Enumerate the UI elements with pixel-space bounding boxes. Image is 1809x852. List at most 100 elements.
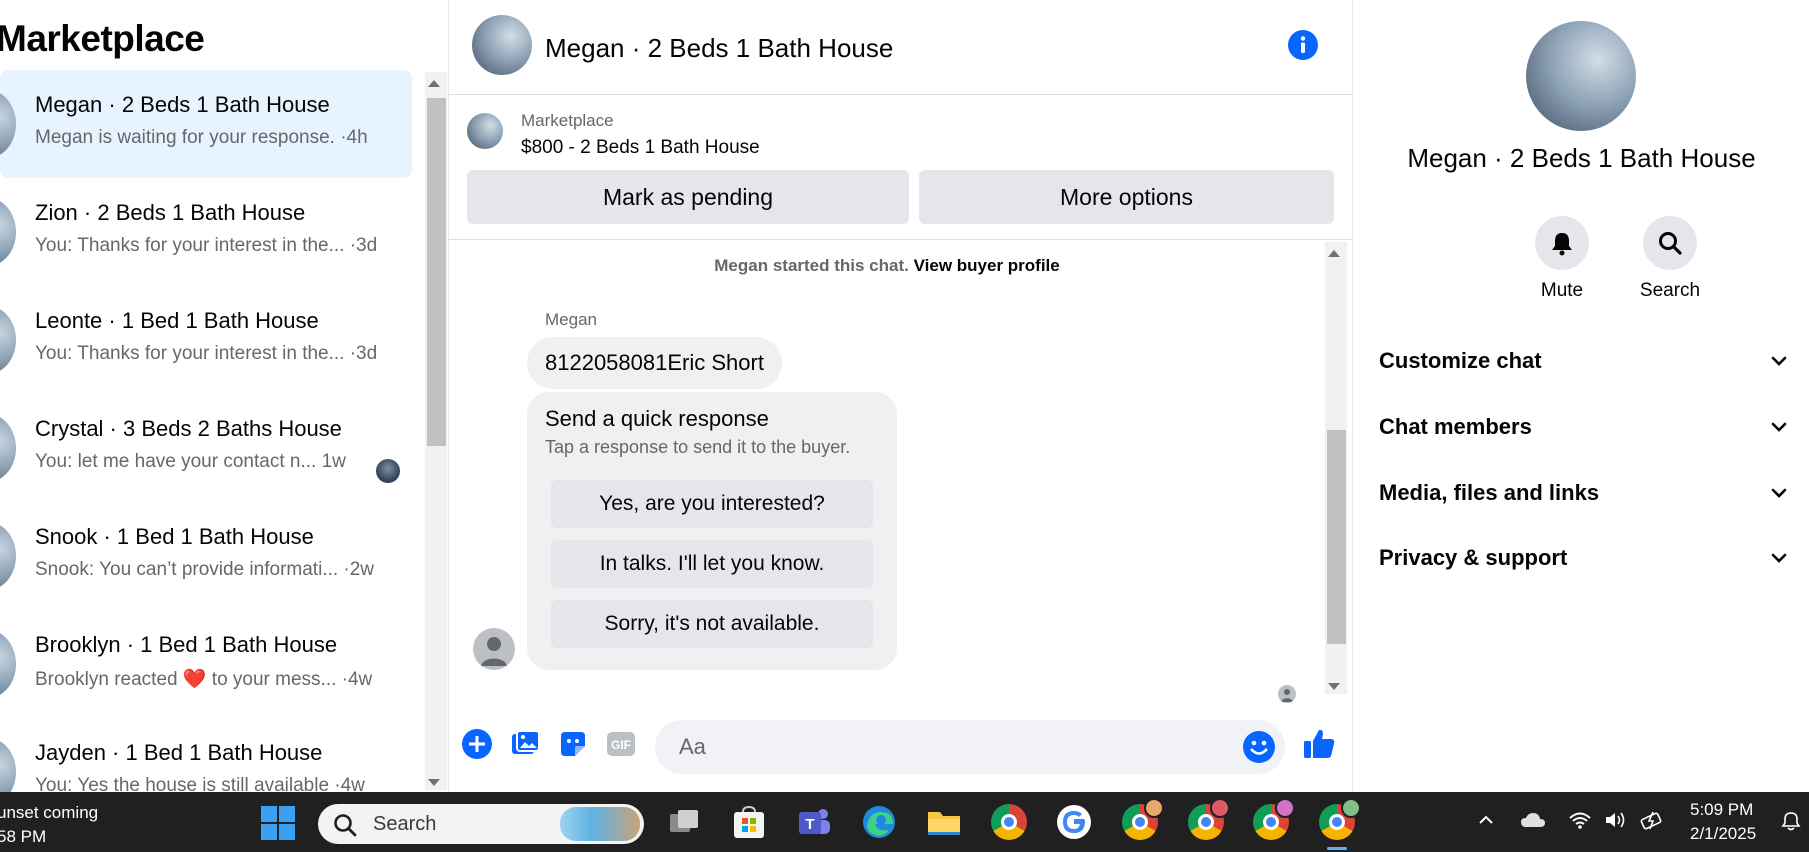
message-composer: GIF Aa bbox=[449, 698, 1352, 792]
conversation-item[interactable]: Leonte · 1 Bed 1 Bath House You: Thanks … bbox=[0, 286, 412, 394]
edge-icon[interactable] bbox=[859, 802, 899, 842]
avatar bbox=[0, 630, 16, 698]
quick-response-option[interactable]: Yes, are you interested? bbox=[551, 480, 873, 528]
svg-text:GIF: GIF bbox=[611, 738, 631, 752]
search-highlight-image bbox=[560, 807, 640, 841]
task-view-icon[interactable] bbox=[664, 802, 704, 842]
sender-name: Megan bbox=[545, 310, 597, 329]
chrome-profile-icon[interactable] bbox=[1317, 798, 1361, 850]
scroll-up-arrow-icon[interactable] bbox=[428, 80, 440, 87]
quick-response-option[interactable]: Sorry, it's not available. bbox=[551, 600, 873, 648]
conversation-item[interactable]: Crystal · 3 Beds 2 Baths House You: let … bbox=[0, 394, 412, 502]
details-panel: Megan · 2 Beds 1 Bath House Mute Search … bbox=[1352, 0, 1809, 792]
conversation-item[interactable]: Zion · 2 Beds 1 Bath House You: Thanks f… bbox=[0, 178, 412, 286]
battery-charging-icon[interactable] bbox=[1640, 810, 1666, 835]
conversation-item[interactable]: Snook · 1 Bed 1 Bath House Snook: You ca… bbox=[0, 502, 412, 610]
chrome-profile-icon[interactable] bbox=[1120, 798, 1164, 842]
messenger-window: Marketplace Megan · 2 Beds 1 Bath House … bbox=[0, 0, 1809, 792]
quick-response-card: Send a quick response Tap a response to … bbox=[527, 392, 897, 670]
profile-avatar[interactable] bbox=[1526, 21, 1636, 131]
profile-name: Megan · 2 Beds 1 Bath House bbox=[1407, 143, 1756, 173]
info-icon[interactable] bbox=[1288, 30, 1318, 60]
file-explorer-icon[interactable] bbox=[924, 802, 964, 842]
onedrive-cloud-icon[interactable] bbox=[1520, 810, 1546, 835]
search-icon bbox=[332, 812, 358, 843]
taskbar-search-placeholder: Search bbox=[373, 813, 437, 835]
listing-source: Marketplace bbox=[521, 111, 614, 130]
conversation-name: Megan · 2 Beds 1 Bath House bbox=[35, 92, 330, 117]
conversation-list: Megan · 2 Beds 1 Bath House Megan is wai… bbox=[0, 70, 420, 792]
avatar bbox=[0, 306, 16, 374]
read-receipt-avatar bbox=[376, 459, 400, 483]
conversation-item[interactable]: Megan · 2 Beds 1 Bath House Megan is wai… bbox=[0, 70, 412, 178]
privacy-support-section[interactable]: Privacy & support bbox=[1379, 538, 1789, 578]
conversation-snippet: You: Thanks for your interest in the... … bbox=[35, 343, 378, 364]
windows-start-icon[interactable] bbox=[261, 806, 295, 840]
clock-date[interactable]: 2/1/2025 bbox=[1690, 824, 1756, 844]
thread-scrollbar[interactable] bbox=[1325, 242, 1347, 694]
weather-widget-title[interactable]: unset coming bbox=[0, 803, 98, 823]
scrollbar-thumb[interactable] bbox=[427, 98, 446, 446]
chat-start-notice: Megan started this chat. View buyer prof… bbox=[449, 256, 1325, 276]
chrome-icon[interactable] bbox=[989, 802, 1029, 842]
gif-icon[interactable]: GIF bbox=[605, 728, 637, 765]
quick-response-title: Send a quick response bbox=[545, 406, 769, 431]
listing-title[interactable]: $800 - 2 Beds 1 Bath House bbox=[521, 137, 760, 159]
conversation-item[interactable]: Brooklyn · 1 Bed 1 Bath House Brooklyn r… bbox=[0, 610, 412, 718]
conversation-snippet: You: Thanks for your interest in the... … bbox=[35, 235, 378, 256]
search-icon[interactable] bbox=[1643, 216, 1697, 270]
scrollbar-thumb[interactable] bbox=[1327, 430, 1346, 644]
scroll-down-arrow-icon[interactable] bbox=[428, 779, 440, 786]
svg-text:T: T bbox=[805, 816, 814, 833]
chrome-profile-icon[interactable] bbox=[1186, 798, 1230, 842]
conversation-name: Zion · 2 Beds 1 Bath House bbox=[35, 200, 306, 225]
avatar bbox=[0, 198, 16, 266]
scroll-up-arrow-icon[interactable] bbox=[1328, 250, 1340, 257]
weather-widget-subtitle[interactable]: 58 PM bbox=[0, 827, 46, 847]
show-hidden-icons-chevron-icon[interactable] bbox=[1476, 810, 1496, 835]
notification-bell-icon[interactable] bbox=[1780, 810, 1802, 837]
search-conversation-button[interactable]: Search bbox=[1630, 216, 1710, 302]
scroll-down-arrow-icon[interactable] bbox=[1328, 683, 1340, 690]
taskbar-search-box[interactable]: Search bbox=[318, 804, 644, 844]
avatar bbox=[0, 90, 16, 158]
avatar[interactable] bbox=[472, 15, 532, 75]
avatar bbox=[0, 414, 16, 482]
teams-icon[interactable]: T bbox=[794, 802, 834, 842]
chat-panel: Megan · 2 Beds 1 Bath House Marketplace … bbox=[449, 0, 1352, 792]
wifi-icon[interactable] bbox=[1568, 810, 1592, 835]
sidebar-title: Marketplace bbox=[0, 18, 205, 59]
message-bubble[interactable]: 8122058081Eric Short bbox=[527, 337, 782, 389]
chat-members-section[interactable]: Chat members bbox=[1379, 407, 1789, 447]
volume-icon[interactable] bbox=[1604, 810, 1628, 835]
clock-time[interactable]: 5:09 PM bbox=[1690, 800, 1753, 820]
chat-title[interactable]: Megan · 2 Beds 1 Bath House bbox=[545, 33, 893, 64]
conversation-snippet: Brooklyn reacted ❤️ to your mess... ·4w bbox=[35, 669, 373, 690]
more-options-button[interactable]: More options bbox=[919, 170, 1334, 224]
chrome-profile-icon[interactable] bbox=[1251, 798, 1295, 842]
listing-thumbnail[interactable] bbox=[467, 113, 503, 149]
conversation-name: Snook · 1 Bed 1 Bath House bbox=[35, 524, 314, 549]
microsoft-store-icon[interactable] bbox=[729, 802, 769, 842]
emoji-icon[interactable] bbox=[1243, 731, 1275, 763]
section-label: Customize chat bbox=[1379, 348, 1542, 373]
sticker-icon[interactable] bbox=[557, 728, 589, 765]
media-files-links-section[interactable]: Media, files and links bbox=[1379, 473, 1789, 513]
photo-icon[interactable] bbox=[509, 728, 541, 765]
avatar bbox=[0, 522, 16, 590]
conversation-snippet: Snook: You can’t provide informati... ·2… bbox=[35, 559, 375, 580]
google-icon[interactable] bbox=[1054, 802, 1094, 842]
quick-response-option[interactable]: In talks. I'll let you know. bbox=[551, 540, 873, 588]
message-input[interactable]: Aa bbox=[655, 720, 1285, 774]
plus-icon[interactable] bbox=[461, 728, 493, 765]
conversation-name: Jayden · 1 Bed 1 Bath House bbox=[35, 740, 323, 765]
mark-as-pending-button[interactable]: Mark as pending bbox=[467, 170, 909, 224]
view-buyer-profile-link[interactable]: View buyer profile bbox=[914, 256, 1060, 275]
thumbs-up-icon[interactable] bbox=[1301, 726, 1337, 767]
customize-chat-section[interactable]: Customize chat bbox=[1379, 341, 1789, 381]
conversation-item[interactable]: Jayden · 1 Bed 1 Bath House You: Yes the… bbox=[0, 718, 412, 792]
conversation-name: Crystal · 3 Beds 2 Baths House bbox=[35, 416, 342, 441]
mute-button[interactable]: Mute bbox=[1522, 216, 1602, 302]
bell-icon[interactable] bbox=[1535, 216, 1589, 270]
sidebar-scrollbar[interactable] bbox=[425, 72, 447, 790]
